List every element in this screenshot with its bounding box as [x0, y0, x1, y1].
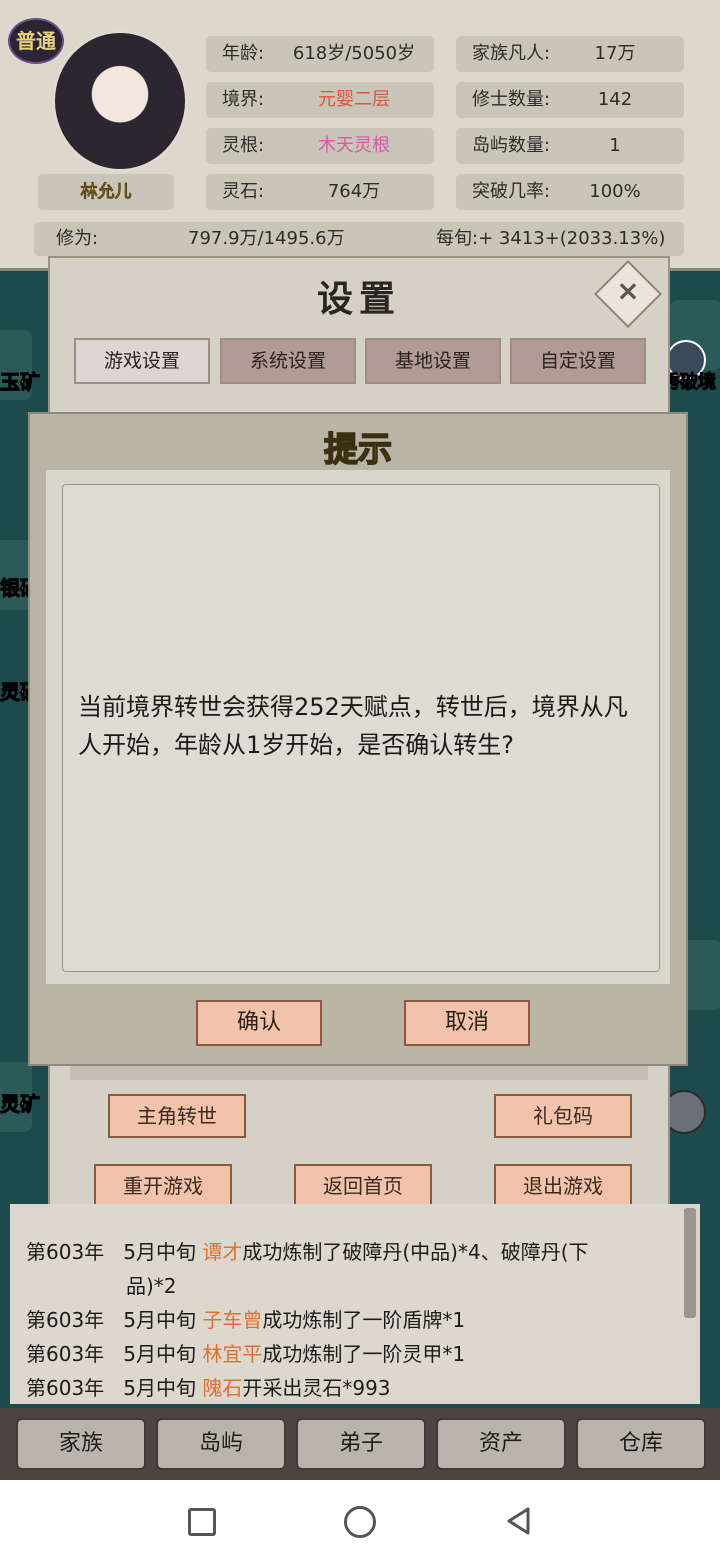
restart-game-button[interactable]: 重开游戏: [94, 1164, 232, 1208]
reincarnate-button[interactable]: 主角转世: [108, 1094, 246, 1138]
stat-label: 灵根:: [222, 135, 265, 156]
side-label: 灵矿: [0, 1092, 41, 1117]
log-scrollbar[interactable]: [684, 1208, 696, 1318]
confirm-button[interactable]: 确认: [196, 1000, 322, 1046]
stat-label: 境界:: [222, 89, 265, 110]
log-name: 谭才: [202, 1240, 243, 1264]
stat-age: 年龄: 618岁/5050岁: [206, 36, 434, 72]
stat-value: 元婴二层: [318, 89, 390, 110]
nav-warehouse[interactable]: 仓库: [576, 1418, 706, 1470]
stat-label: 年龄:: [222, 43, 265, 64]
log-time: 5月中旬: [123, 1240, 196, 1264]
log-year: 第603年: [26, 1376, 105, 1400]
stat-cultivators: 修士数量: 142: [456, 82, 684, 118]
stat-value: 618岁/5050岁: [292, 43, 416, 64]
stat-islands: 岛屿数量: 1: [456, 128, 684, 164]
back-icon[interactable]: [504, 1506, 534, 1536]
nav-family[interactable]: 家族: [16, 1418, 146, 1470]
log-name: 林宜平: [202, 1342, 263, 1366]
dialog-title: 提示: [323, 429, 393, 471]
stat-value: 764万: [327, 181, 381, 202]
log-entry: 第603年 5月中旬 隗石开采出灵石*993: [26, 1372, 391, 1401]
cancel-button[interactable]: 取消: [404, 1000, 530, 1046]
log-text: 开采出灵石*993: [242, 1376, 391, 1400]
tab-custom-settings[interactable]: 自定设置: [510, 338, 646, 384]
log-text: 成功炼制了一阶灵甲*1: [262, 1342, 466, 1366]
avatar[interactable]: [52, 30, 188, 172]
quit-game-button[interactable]: 退出游戏: [494, 1164, 632, 1208]
stat-label: 家族凡人:: [472, 43, 551, 64]
log-entry-continued: 品)*2: [126, 1274, 177, 1298]
log-year: 第603年: [26, 1240, 105, 1264]
stat-breakthrough: 突破几率: 100%: [456, 174, 684, 210]
tab-system-settings[interactable]: 系统设置: [220, 338, 356, 384]
log-entry: 第603年 5月中旬 林宜平成功炼制了一阶灵甲*1: [26, 1338, 465, 1367]
event-log[interactable]: 第603年 5月中旬 谭才成功炼制了破障丹(中品)*4、破障丹(下 品)*2 第…: [10, 1204, 700, 1404]
stat-value: 1: [609, 135, 621, 156]
nav-assets[interactable]: 资产: [436, 1418, 566, 1470]
stat-mortals: 家族凡人: 17万: [456, 36, 684, 72]
nav-islands[interactable]: 岛屿: [156, 1418, 286, 1470]
stat-spirit-stones: 灵石: 764万: [206, 174, 434, 210]
log-entry: 第603年 5月中旬 子车曾成功炼制了一阶盾牌*1: [26, 1304, 465, 1333]
dialog-message: 当前境界转世会获得252天赋点，转世后，境界从凡人开始，年龄从1岁开始，是否确认…: [78, 693, 628, 759]
side-label: 秀破境: [662, 372, 717, 394]
tab-base-settings[interactable]: 基地设置: [365, 338, 501, 384]
log-text: 成功炼制了一阶盾牌*1: [262, 1308, 466, 1332]
confirm-dialog: 提示 当前境界转世会获得252天赋点，转世后，境界从凡人开始，年龄从1岁开始，是…: [28, 412, 688, 1066]
stat-spirit-root: 灵根: 木天灵根: [206, 128, 434, 164]
stat-label: 修士数量:: [472, 89, 551, 110]
log-time: 5月中旬: [123, 1376, 196, 1400]
gift-code-button[interactable]: 礼包码: [494, 1094, 632, 1138]
stat-value: 142: [597, 89, 633, 110]
settings-title: 设置: [316, 278, 401, 320]
cultivation-bar: 修为: 797.9万/1495.6万 每旬:+ 3413+(2033.13%): [34, 222, 684, 256]
log-entry: 第603年 5月中旬 谭才成功炼制了破障丹(中品)*4、破障丹(下: [26, 1236, 589, 1265]
cultivation-rate: 每旬:+ 3413+(2033.13%): [436, 228, 666, 249]
status-panel: 普通 林允儿 年龄: 618岁/5050岁 境界: 元婴二层 灵根: 木天灵根 …: [0, 0, 720, 271]
log-name: 子车曾: [202, 1308, 263, 1332]
return-home-button[interactable]: 返回首页: [294, 1164, 432, 1208]
log-year: 第603年: [26, 1342, 105, 1366]
tab-game-settings[interactable]: 游戏设置: [74, 338, 210, 384]
rank-badge: 普通: [8, 18, 64, 64]
log-time: 5月中旬: [123, 1308, 196, 1332]
side-label: 玉矿: [0, 370, 41, 395]
stat-label: 灵石:: [222, 181, 265, 202]
stat-value: 100%: [589, 181, 641, 202]
bottom-nav: 家族 岛屿 弟子 资产 仓库: [0, 1408, 720, 1480]
stat-label: 突破几率:: [472, 181, 551, 202]
nav-disciples[interactable]: 弟子: [296, 1418, 426, 1470]
log-text: 成功炼制了破障丹(中品)*4、破障丹(下: [242, 1240, 589, 1264]
system-nav-bar: [0, 1480, 720, 1563]
stat-value: 木天灵根: [318, 135, 390, 156]
log-year: 第603年: [26, 1308, 105, 1332]
stat-realm: 境界: 元婴二层: [206, 82, 434, 118]
cultivation-label: 修为:: [56, 228, 99, 249]
log-time: 5月中旬: [123, 1342, 196, 1366]
home-icon[interactable]: [344, 1506, 376, 1538]
stat-label: 岛屿数量:: [472, 135, 551, 156]
recents-icon[interactable]: [188, 1508, 216, 1536]
stat-value: 17万: [594, 43, 636, 64]
close-icon[interactable]: ×: [616, 274, 640, 307]
cultivation-value: 797.9万/1495.6万: [188, 228, 345, 249]
log-name: 隗石: [202, 1376, 243, 1400]
character-name: 林允儿: [38, 174, 174, 210]
